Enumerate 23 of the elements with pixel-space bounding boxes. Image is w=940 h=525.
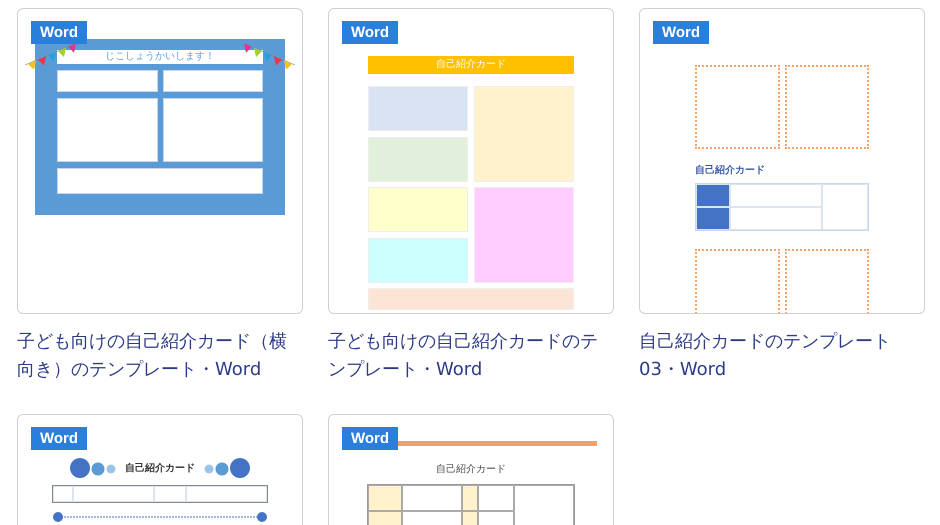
template-title-link[interactable]: 子ども向けの自己紹介カードのテンプレート・Word xyxy=(328,328,614,384)
word-badge: Word xyxy=(342,427,398,450)
dotted-line-icon xyxy=(52,510,268,524)
preview-title: 自己紹介カード xyxy=(125,462,195,475)
preview-title: 自己紹介カード xyxy=(695,165,766,177)
circles-icon xyxy=(69,457,117,479)
word-badge: Word xyxy=(31,427,88,450)
preview-title: 自己紹介カード xyxy=(368,56,574,74)
word-badge: Word xyxy=(31,21,88,44)
bunting-icon xyxy=(25,43,77,69)
preview-title: じこしょうかいします！ xyxy=(57,50,263,64)
template-title-link[interactable]: 自己紹介カードのテンプレート03・Word xyxy=(639,328,925,384)
word-badge: Word xyxy=(342,21,398,44)
template-thumbnail[interactable]: Word じこしょうかいします！ xyxy=(17,8,303,314)
circles-icon xyxy=(203,457,251,479)
template-thumbnail[interactable]: Word 自己紹介カード xyxy=(639,8,925,314)
template-thumbnail[interactable]: Word 自己紹介カード xyxy=(328,8,614,314)
template-title-link[interactable]: 子ども向けの自己紹介カード（横向き）のテンプレート・Word xyxy=(17,328,303,384)
template-thumbnail[interactable]: Word 自己紹介カード xyxy=(17,414,303,525)
bunting-icon xyxy=(243,43,295,69)
preview-title: 自己紹介カード xyxy=(435,463,507,476)
template-thumbnail[interactable]: Word 自己紹介カード xyxy=(328,414,614,525)
word-badge: Word xyxy=(653,21,710,44)
